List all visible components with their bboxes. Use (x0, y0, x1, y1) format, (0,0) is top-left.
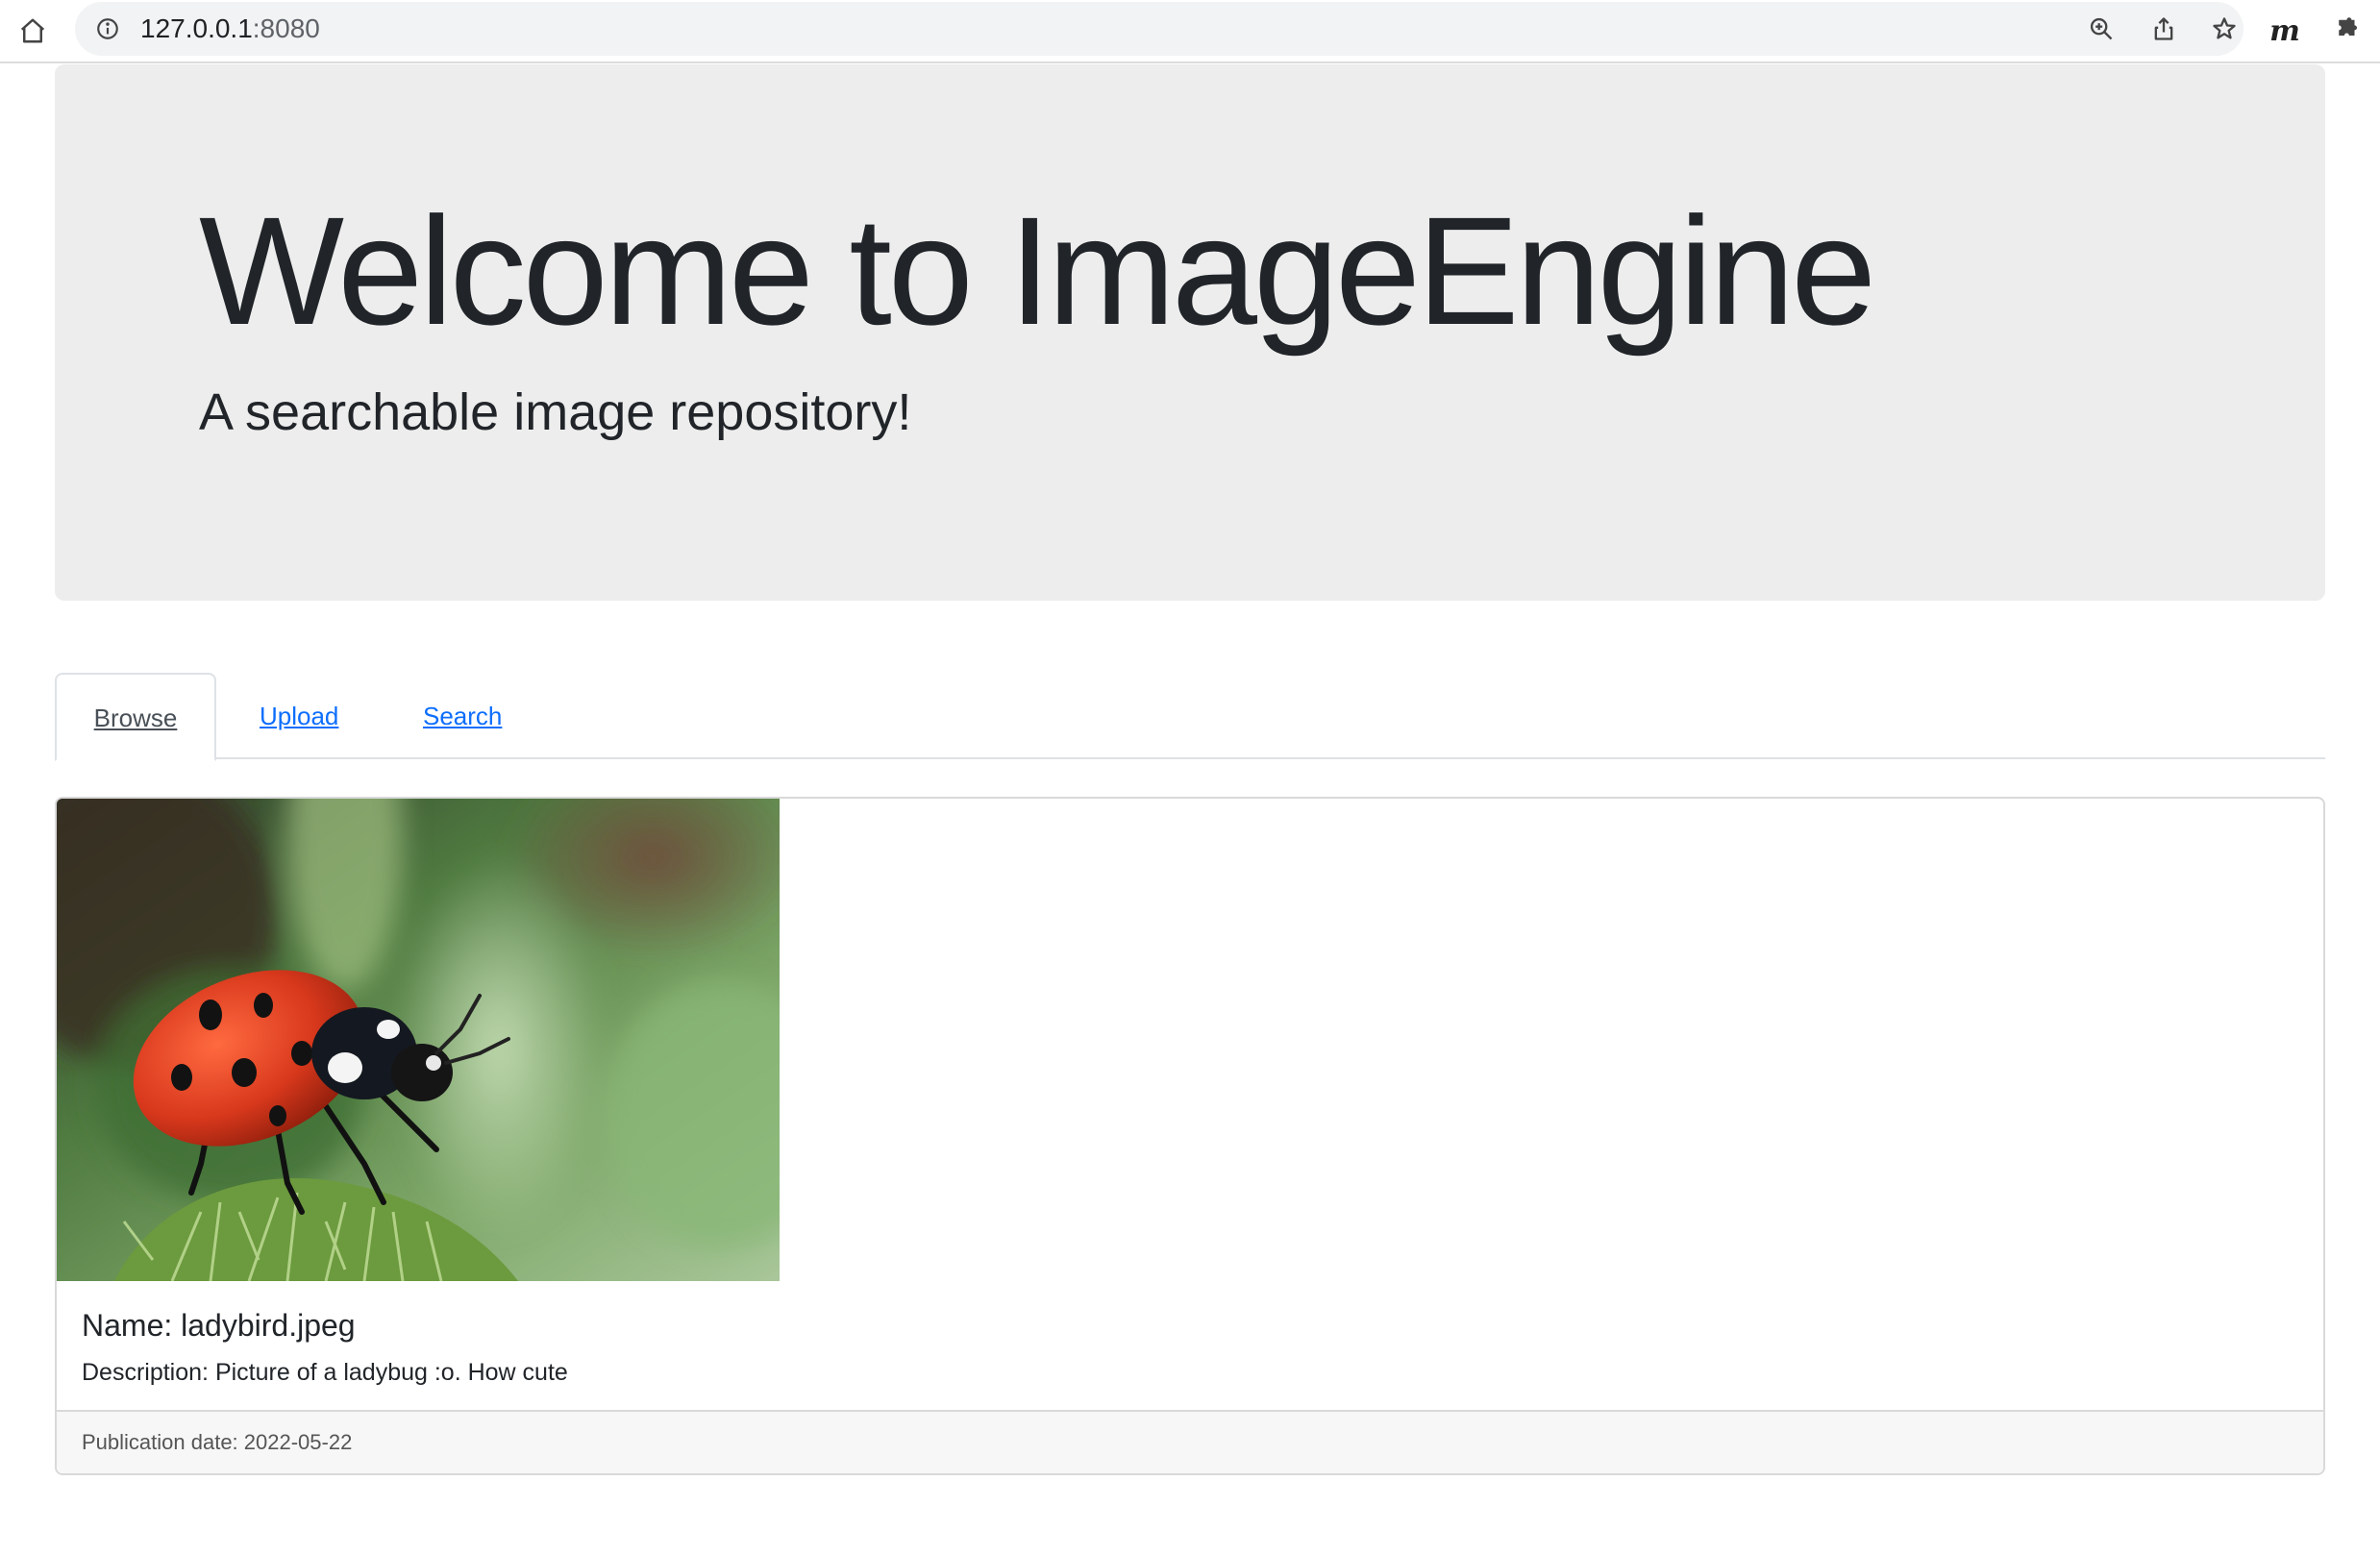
card-image-ladybird[interactable] (57, 799, 780, 1281)
share-icon[interactable] (2146, 12, 2181, 46)
card-description: Description: Picture of a ladybug :o. Ho… (82, 1359, 568, 1386)
url-text[interactable]: 127.0.0.1:8080 (140, 13, 320, 44)
url-host: 127.0.0.1 (140, 13, 253, 43)
image-card: Name: ladybird.jpeg Description: Picture… (55, 797, 2325, 1475)
zoom-icon[interactable] (2084, 12, 2119, 46)
bookmark-star-icon[interactable] (2207, 12, 2242, 46)
site-info-icon[interactable] (92, 13, 123, 44)
card-footer: Publication date: 2022-05-22 (57, 1410, 2323, 1473)
extensions-puzzle-icon[interactable] (2328, 12, 2367, 50)
card-title: Name: ladybird.jpeg (82, 1308, 356, 1343)
hero-banner: Welcome to ImageEngine A searchable imag… (55, 64, 2325, 601)
home-icon[interactable] (13, 12, 52, 50)
tab-search[interactable]: Search (423, 673, 502, 759)
browser-toolbar: 127.0.0.1:8080 m (0, 0, 2380, 63)
extension-m-icon[interactable]: m (2266, 12, 2304, 50)
tab-browse[interactable]: Browse (55, 673, 216, 761)
address-bar[interactable]: 127.0.0.1:8080 (75, 2, 2244, 56)
publication-date: Publication date: 2022-05-22 (82, 1430, 353, 1454)
url-port: :8080 (252, 13, 320, 43)
page-title: Welcome to ImageEngine (199, 185, 1876, 357)
nav-tabs: Browse Upload Search (55, 673, 2325, 761)
page-subtitle: A searchable image repository! (199, 383, 912, 441)
tab-upload[interactable]: Upload (260, 673, 338, 759)
